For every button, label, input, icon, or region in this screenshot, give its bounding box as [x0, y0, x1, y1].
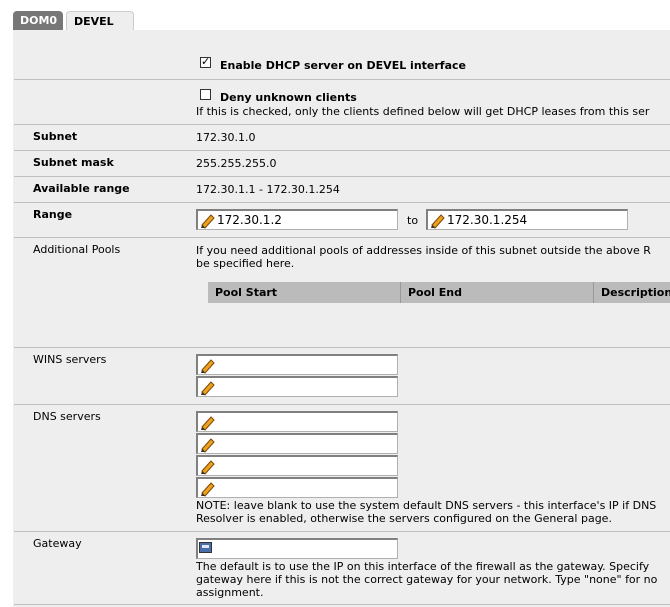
- divider: [14, 347, 670, 348]
- additional-pools-label: Additional Pools: [33, 243, 121, 256]
- divider: [14, 176, 670, 177]
- gateway-help: The default is to use the IP on this int…: [196, 560, 650, 573]
- pencil-icon: [431, 214, 445, 229]
- pencil-icon: [201, 438, 215, 453]
- gateway-label: Gateway: [33, 537, 82, 550]
- pools-table-header: Pool Start Pool End Description: [208, 282, 670, 303]
- pencil-icon: [201, 359, 215, 374]
- dns-server-4-input[interactable]: [196, 477, 398, 498]
- divider: [14, 531, 670, 532]
- dns-note-2: Resolver is enabled, otherwise the serve…: [196, 512, 612, 525]
- divider: [14, 79, 670, 80]
- subnet-mask-label: Subnet mask: [33, 156, 114, 169]
- range-from-input[interactable]: 172.30.1.2: [196, 209, 398, 230]
- tab-devel[interactable]: DEVEL: [66, 11, 134, 30]
- gateway-help-2: gateway here if this is not the correct …: [196, 573, 658, 586]
- pencil-icon: [201, 416, 215, 431]
- wins-server-2-input[interactable]: [196, 376, 398, 397]
- tab-dom0[interactable]: DOM0: [13, 11, 63, 30]
- enable-dhcp-label: Enable DHCP server on DEVEL interface: [220, 59, 466, 72]
- available-range-label: Available range: [33, 182, 130, 195]
- divider: [14, 604, 670, 605]
- dns-servers-label: DNS servers: [33, 410, 101, 423]
- dns-server-2-input[interactable]: [196, 433, 398, 454]
- dns-server-3-input[interactable]: [196, 455, 398, 476]
- additional-pools-help-2: be specified here.: [196, 257, 295, 270]
- col-pool-end: Pool End: [401, 282, 594, 303]
- network-icon: [199, 542, 212, 553]
- additional-pools-help: If you need additional pools of addresse…: [196, 244, 651, 257]
- range-to-label: to: [407, 214, 419, 227]
- available-range-value: 172.30.1.1 - 172.30.1.254: [196, 183, 340, 196]
- wins-servers-label: WINS servers: [33, 353, 107, 366]
- subnet-label: Subnet: [33, 130, 78, 143]
- gateway-help-3: assignment.: [196, 586, 264, 599]
- deny-unknown-checkbox[interactable]: [200, 89, 211, 100]
- subnet-value: 172.30.1.0: [196, 131, 256, 144]
- deny-unknown-label: Deny unknown clients: [220, 91, 357, 104]
- enable-dhcp-checkbox[interactable]: ✓: [200, 55, 211, 68]
- divider: [14, 202, 670, 203]
- col-pool-start: Pool Start: [208, 282, 401, 303]
- pencil-icon: [201, 381, 215, 396]
- deny-unknown-help: If this is checked, only the clients def…: [196, 105, 650, 118]
- range-to-input[interactable]: 172.30.1.254: [426, 209, 628, 230]
- subnet-mask-value: 255.255.255.0: [196, 157, 277, 170]
- dns-note: NOTE: leave blank to use the system defa…: [196, 499, 657, 512]
- col-description: Description: [601, 286, 670, 299]
- gateway-input[interactable]: [196, 538, 398, 559]
- divider: [14, 404, 670, 405]
- divider: [14, 150, 670, 151]
- wins-server-1-input[interactable]: [196, 354, 398, 375]
- check-icon: ✓: [201, 55, 211, 68]
- pencil-icon: [201, 482, 215, 497]
- pencil-icon: [201, 214, 215, 229]
- pencil-icon: [201, 460, 215, 475]
- divider: [14, 237, 670, 238]
- divider: [14, 124, 670, 125]
- dns-server-1-input[interactable]: [196, 411, 398, 432]
- range-label: Range: [33, 208, 73, 221]
